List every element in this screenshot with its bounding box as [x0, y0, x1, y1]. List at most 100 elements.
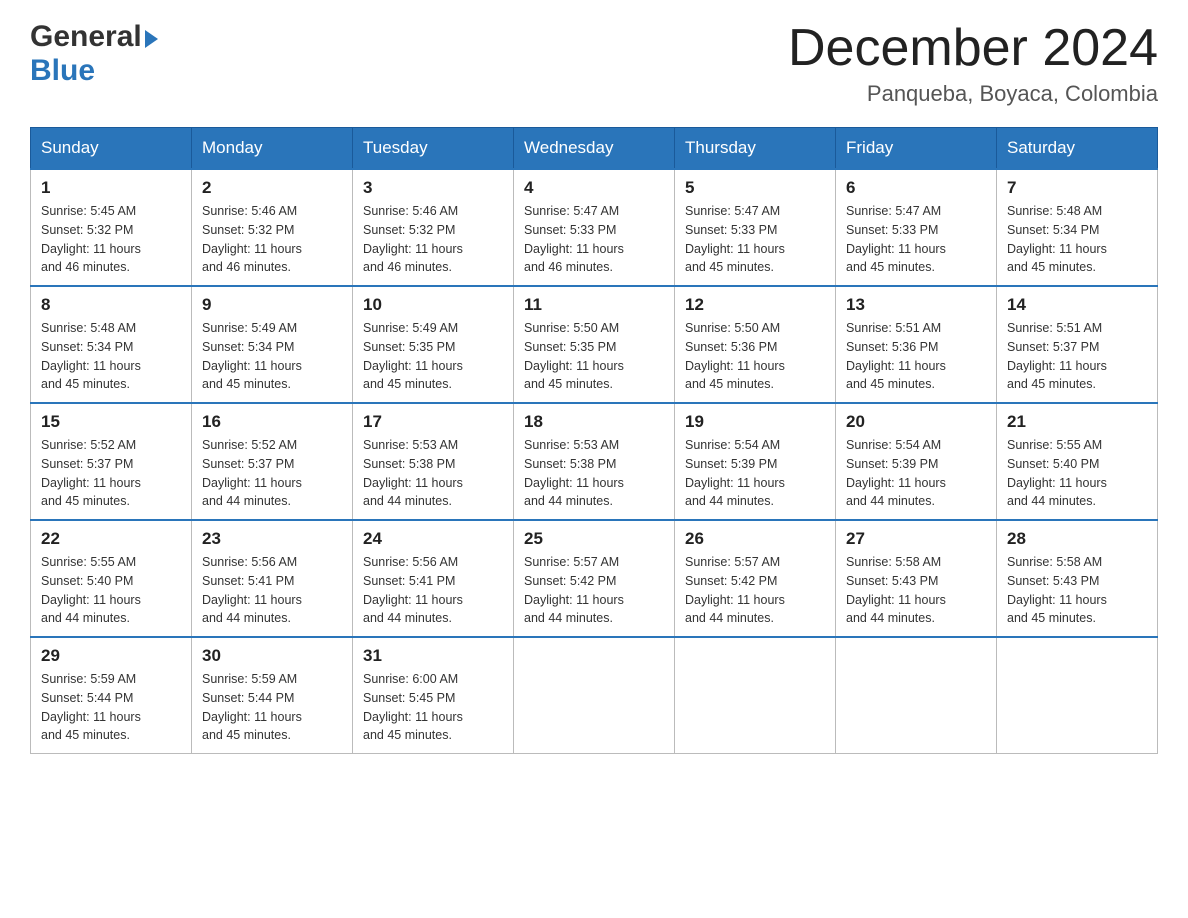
day-number: 12 [685, 295, 825, 315]
page-header: General Blue December 2024 Panqueba, Boy… [30, 20, 1158, 107]
calendar-week-4: 22 Sunrise: 5:55 AM Sunset: 5:40 PM Dayli… [31, 520, 1158, 637]
day-info: Sunrise: 5:53 AM Sunset: 5:38 PM Dayligh… [524, 436, 664, 511]
calendar-cell: 14 Sunrise: 5:51 AM Sunset: 5:37 PM Dayli… [997, 286, 1158, 403]
day-number: 4 [524, 178, 664, 198]
day-number: 1 [41, 178, 181, 198]
day-info: Sunrise: 5:54 AM Sunset: 5:39 PM Dayligh… [846, 436, 986, 511]
calendar-header-saturday: Saturday [997, 128, 1158, 170]
title-block: December 2024 Panqueba, Boyaca, Colombia [788, 20, 1158, 107]
day-info: Sunrise: 5:49 AM Sunset: 5:34 PM Dayligh… [202, 319, 342, 394]
calendar-cell: 26Sunrise: 5:57 AM Sunset: 5:42 PM Dayli… [675, 520, 836, 637]
day-info: Sunrise: 5:54 AM Sunset: 5:39 PM Dayligh… [685, 436, 825, 511]
day-number: 24 [363, 529, 503, 549]
calendar-week-2: 8 Sunrise: 5:48 AM Sunset: 5:34 PM Daylig… [31, 286, 1158, 403]
day-info: Sunrise: 5:52 AM Sunset: 5:37 PM Dayligh… [41, 436, 181, 511]
day-number: 29 [41, 646, 181, 666]
calendar-header-wednesday: Wednesday [514, 128, 675, 170]
logo-general-text: General [30, 20, 158, 54]
calendar-cell: 3 Sunrise: 5:46 AM Sunset: 5:32 PM Daylig… [353, 169, 514, 286]
calendar-header-tuesday: Tuesday [353, 128, 514, 170]
calendar-cell: 5Sunrise: 5:47 AM Sunset: 5:33 PM Daylig… [675, 169, 836, 286]
logo: General Blue [30, 20, 158, 88]
day-info: Sunrise: 5:46 AM Sunset: 5:32 PM Dayligh… [202, 202, 342, 277]
calendar-cell [836, 637, 997, 754]
page-subtitle: Panqueba, Boyaca, Colombia [788, 81, 1158, 107]
day-info: Sunrise: 5:47 AM Sunset: 5:33 PM Dayligh… [524, 202, 664, 277]
day-info: Sunrise: 5:57 AM Sunset: 5:42 PM Dayligh… [524, 553, 664, 628]
logo-blue-word: Blue [30, 54, 158, 88]
day-info: Sunrise: 5:48 AM Sunset: 5:34 PM Dayligh… [41, 319, 181, 394]
day-info: Sunrise: 5:49 AM Sunset: 5:35 PM Dayligh… [363, 319, 503, 394]
logo-triangle-icon [145, 30, 158, 48]
day-number: 25 [524, 529, 664, 549]
calendar-cell: 31Sunrise: 6:00 AM Sunset: 5:45 PM Dayli… [353, 637, 514, 754]
logo-general-word: General [30, 20, 142, 54]
calendar-cell: 27 Sunrise: 5:58 AM Sunset: 5:43 PM Dayli… [836, 520, 997, 637]
calendar-cell [997, 637, 1158, 754]
day-number: 8 [41, 295, 181, 315]
calendar-cell: 10 Sunrise: 5:49 AM Sunset: 5:35 PM Dayli… [353, 286, 514, 403]
calendar-cell: 17 Sunrise: 5:53 AM Sunset: 5:38 PM Dayli… [353, 403, 514, 520]
calendar-header-friday: Friday [836, 128, 997, 170]
calendar-cell: 15 Sunrise: 5:52 AM Sunset: 5:37 PM Dayli… [31, 403, 192, 520]
day-info: Sunrise: 5:57 AM Sunset: 5:42 PM Dayligh… [685, 553, 825, 628]
day-number: 27 [846, 529, 986, 549]
day-number: 17 [363, 412, 503, 432]
calendar-header-thursday: Thursday [675, 128, 836, 170]
day-number: 3 [363, 178, 503, 198]
calendar-cell: 21 Sunrise: 5:55 AM Sunset: 5:40 PM Dayli… [997, 403, 1158, 520]
calendar-week-5: 29 Sunrise: 5:59 AM Sunset: 5:44 PM Dayli… [31, 637, 1158, 754]
calendar-cell: 2 Sunrise: 5:46 AM Sunset: 5:32 PM Daylig… [192, 169, 353, 286]
calendar-cell: 8 Sunrise: 5:48 AM Sunset: 5:34 PM Daylig… [31, 286, 192, 403]
day-info: Sunrise: 5:50 AM Sunset: 5:36 PM Dayligh… [685, 319, 825, 394]
day-number: 7 [1007, 178, 1147, 198]
calendar-cell: 22 Sunrise: 5:55 AM Sunset: 5:40 PM Dayli… [31, 520, 192, 637]
day-number: 16 [202, 412, 342, 432]
calendar-cell: 9 Sunrise: 5:49 AM Sunset: 5:34 PM Daylig… [192, 286, 353, 403]
day-number: 21 [1007, 412, 1147, 432]
day-number: 15 [41, 412, 181, 432]
day-info: Sunrise: 5:58 AM Sunset: 5:43 PM Dayligh… [1007, 553, 1147, 628]
day-info: Sunrise: 5:52 AM Sunset: 5:37 PM Dayligh… [202, 436, 342, 511]
calendar-cell [514, 637, 675, 754]
day-info: Sunrise: 5:53 AM Sunset: 5:38 PM Dayligh… [363, 436, 503, 511]
calendar-header-row: SundayMondayTuesdayWednesdayThursdayFrid… [31, 128, 1158, 170]
day-info: Sunrise: 5:56 AM Sunset: 5:41 PM Dayligh… [363, 553, 503, 628]
day-info: Sunrise: 5:51 AM Sunset: 5:37 PM Dayligh… [1007, 319, 1147, 394]
day-info: Sunrise: 5:59 AM Sunset: 5:44 PM Dayligh… [41, 670, 181, 745]
day-number: 19 [685, 412, 825, 432]
calendar-cell: 18 Sunrise: 5:53 AM Sunset: 5:38 PM Dayli… [514, 403, 675, 520]
day-info: Sunrise: 5:55 AM Sunset: 5:40 PM Dayligh… [1007, 436, 1147, 511]
day-info: Sunrise: 5:45 AM Sunset: 5:32 PM Dayligh… [41, 202, 181, 277]
day-info: Sunrise: 5:47 AM Sunset: 5:33 PM Dayligh… [846, 202, 986, 277]
calendar-cell: 11Sunrise: 5:50 AM Sunset: 5:35 PM Dayli… [514, 286, 675, 403]
day-info: Sunrise: 5:59 AM Sunset: 5:44 PM Dayligh… [202, 670, 342, 745]
calendar-cell: 24 Sunrise: 5:56 AM Sunset: 5:41 PM Dayli… [353, 520, 514, 637]
day-number: 2 [202, 178, 342, 198]
calendar-cell: 19 Sunrise: 5:54 AM Sunset: 5:39 PM Dayli… [675, 403, 836, 520]
day-number: 22 [41, 529, 181, 549]
day-number: 5 [685, 178, 825, 198]
day-number: 31 [363, 646, 503, 666]
day-number: 14 [1007, 295, 1147, 315]
day-number: 9 [202, 295, 342, 315]
day-info: Sunrise: 5:55 AM Sunset: 5:40 PM Dayligh… [41, 553, 181, 628]
day-info: Sunrise: 5:56 AM Sunset: 5:41 PM Dayligh… [202, 553, 342, 628]
calendar-header-sunday: Sunday [31, 128, 192, 170]
calendar-cell: 20Sunrise: 5:54 AM Sunset: 5:39 PM Dayli… [836, 403, 997, 520]
day-info: Sunrise: 5:58 AM Sunset: 5:43 PM Dayligh… [846, 553, 986, 628]
day-number: 10 [363, 295, 503, 315]
calendar-table: SundayMondayTuesdayWednesdayThursdayFrid… [30, 127, 1158, 754]
calendar-cell: 30Sunrise: 5:59 AM Sunset: 5:44 PM Dayli… [192, 637, 353, 754]
calendar-cell: 7Sunrise: 5:48 AM Sunset: 5:34 PM Daylig… [997, 169, 1158, 286]
day-info: Sunrise: 5:46 AM Sunset: 5:32 PM Dayligh… [363, 202, 503, 277]
calendar-cell: 13Sunrise: 5:51 AM Sunset: 5:36 PM Dayli… [836, 286, 997, 403]
calendar-header-monday: Monday [192, 128, 353, 170]
calendar-cell: 28Sunrise: 5:58 AM Sunset: 5:43 PM Dayli… [997, 520, 1158, 637]
day-info: Sunrise: 5:51 AM Sunset: 5:36 PM Dayligh… [846, 319, 986, 394]
day-number: 6 [846, 178, 986, 198]
calendar-cell: 12 Sunrise: 5:50 AM Sunset: 5:36 PM Dayli… [675, 286, 836, 403]
calendar-cell: 25 Sunrise: 5:57 AM Sunset: 5:42 PM Dayli… [514, 520, 675, 637]
day-number: 18 [524, 412, 664, 432]
calendar-cell: 6 Sunrise: 5:47 AM Sunset: 5:33 PM Daylig… [836, 169, 997, 286]
